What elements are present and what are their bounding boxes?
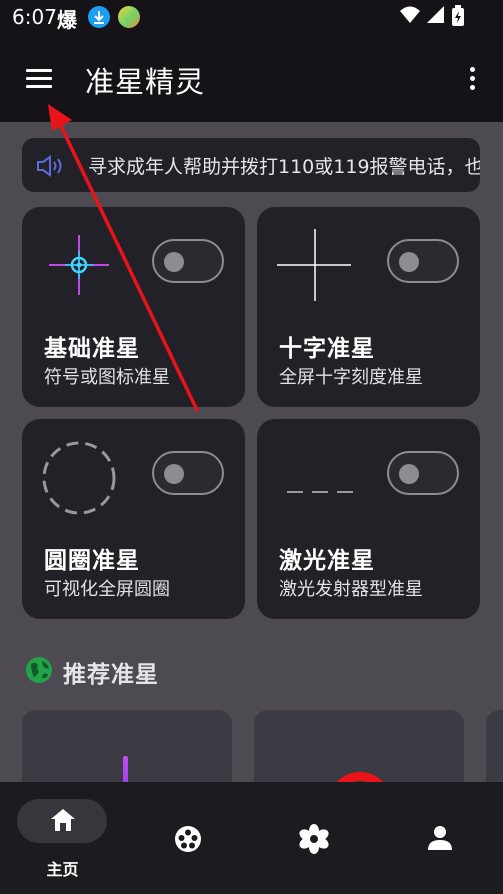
nav-item-palette[interactable]	[126, 782, 251, 894]
speaker-icon	[36, 154, 66, 182]
toggle-laser-crosshair[interactable]	[387, 451, 459, 495]
laser-line-icon	[271, 435, 361, 529]
toggle-cross-crosshair[interactable]	[387, 239, 459, 283]
download-icon	[88, 6, 110, 28]
nav-item-settings[interactable]	[252, 782, 377, 894]
card-subtitle: 符号或图标准星	[44, 367, 170, 388]
signal-icon	[425, 4, 445, 30]
app-title: 准星精灵	[85, 65, 206, 99]
toggle-basic-crosshair[interactable]	[152, 239, 224, 283]
status-bar: 6:07 爆	[0, 0, 503, 36]
app-bar: 准星精灵	[0, 36, 503, 122]
card-subtitle: 全屏十字刻度准星	[279, 367, 423, 388]
recommended-card[interactable]	[22, 710, 232, 782]
nav-item-profile[interactable]	[378, 782, 503, 894]
card-title: 圆圈准星	[44, 548, 140, 574]
nav-item-home[interactable]: 主页	[0, 782, 125, 894]
card-basic-crosshair[interactable]: 基础准星 符号或图标准星	[22, 207, 245, 407]
card-title: 基础准星	[44, 336, 140, 362]
card-subtitle: 可视化全屏圆圈	[44, 579, 170, 600]
card-circle-crosshair[interactable]: 圆圈准星 可视化全屏圆圈	[22, 419, 245, 619]
nav-label-home: 主页	[46, 860, 79, 879]
card-cross-crosshair[interactable]: 十字准星 全屏十字刻度准星	[257, 207, 480, 407]
card-laser-crosshair[interactable]: 激光准星 激光发射器型准星	[257, 419, 480, 619]
purple-crosshair-preview	[123, 756, 128, 782]
battery-charging-icon	[451, 5, 465, 31]
basic-crosshair-icon	[36, 223, 126, 317]
globe-icon	[25, 656, 53, 688]
section-title-recommended: 推荐准星	[63, 662, 159, 688]
card-title: 十字准星	[279, 336, 375, 362]
palette-icon	[174, 825, 202, 857]
bottom-navigation: 主页	[0, 782, 503, 894]
recommended-card[interactable]	[254, 710, 464, 782]
home-icon	[50, 808, 76, 836]
person-icon	[428, 825, 452, 855]
recommended-card[interactable]	[486, 710, 503, 782]
hamburger-menu-icon[interactable]	[22, 64, 56, 94]
flower-settings-icon	[299, 824, 329, 858]
dashed-circle-icon	[36, 435, 126, 529]
notice-banner[interactable]: 寻求成年人帮助并拨打110或119报警电话，也请	[22, 138, 480, 192]
card-subtitle: 激光发射器型准星	[279, 579, 423, 600]
more-vertical-icon[interactable]	[459, 64, 485, 94]
notice-text: 寻求成年人帮助并拨打110或119报警电话，也请	[88, 156, 480, 178]
status-notification-text: 爆	[57, 8, 77, 32]
red-circle-preview	[328, 772, 392, 782]
wifi-icon	[399, 4, 421, 30]
toggle-circle-crosshair[interactable]	[152, 451, 224, 495]
card-title: 激光准星	[279, 548, 375, 574]
main-content: 寻求成年人帮助并拨打110或119报警电话，也请 基础准星 符号或图标准星 十字…	[0, 122, 503, 782]
cross-crosshair-icon	[271, 223, 361, 317]
app-icon	[118, 6, 140, 28]
status-time: 6:07	[12, 5, 57, 29]
